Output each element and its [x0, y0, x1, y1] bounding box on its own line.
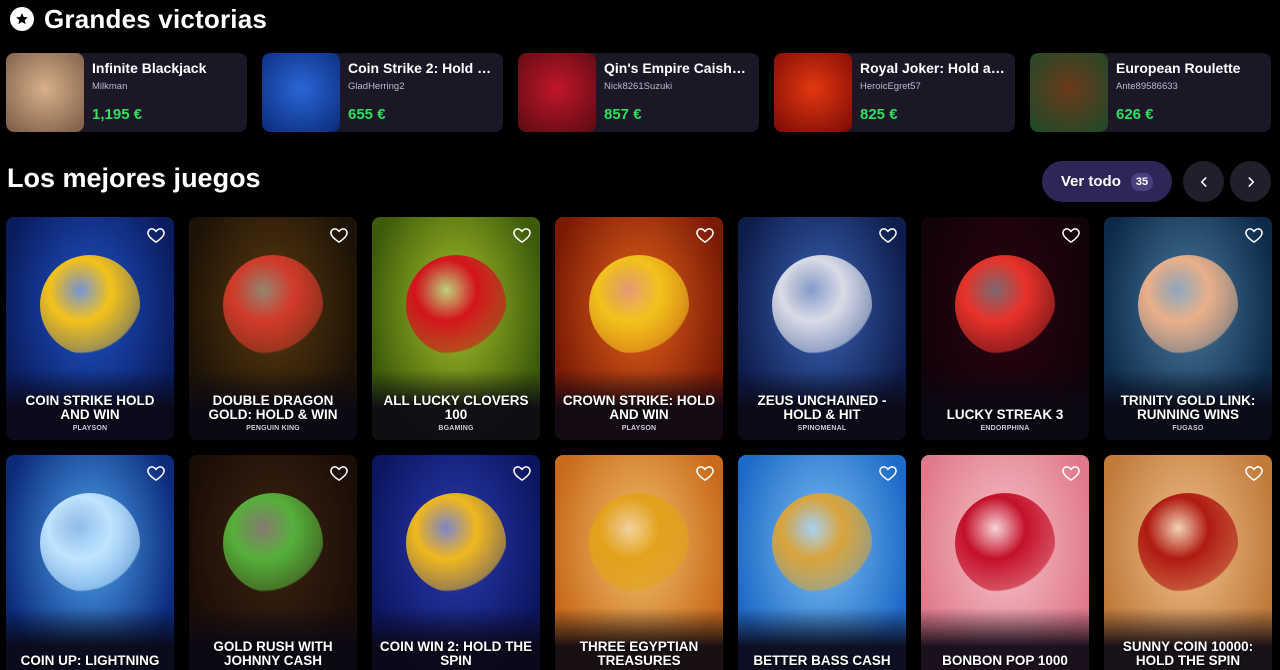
favorite-heart-icon[interactable]	[695, 463, 715, 483]
big-win-card[interactable]: European Roulette Ante89586633 626 €	[1030, 53, 1271, 132]
game-tile[interactable]: COIN WIN 2: HOLD THE SPIN GAMZIX	[372, 455, 540, 670]
game-thumbnail[interactable]	[262, 53, 340, 132]
favorite-heart-icon[interactable]	[146, 463, 166, 483]
view-all-label: Ver todo	[1060, 173, 1121, 190]
game-title: BETTER BASS CASH	[753, 653, 891, 668]
big-win-amount: 857 €	[604, 106, 642, 123]
games-count-badge: 35	[1130, 172, 1154, 191]
chevron-left-icon	[1200, 176, 1207, 187]
game-title: GOLD RUSH WITH JOHNNY CASH	[213, 639, 333, 668]
big-win-amount: 626 €	[1116, 106, 1154, 123]
big-win-username: Ante89586633	[1116, 81, 1178, 92]
chevron-right-icon	[1247, 176, 1254, 187]
game-provider: FUGASO	[1172, 425, 1204, 432]
star-icon	[10, 7, 34, 31]
big-win-card[interactable]: Coin Strike 2: Hold a... GladHerring2 65…	[262, 53, 503, 132]
game-tile[interactable]: SUNNY COIN 10000: HOLD THE SPIN GAMZIX	[1104, 455, 1272, 670]
game-tile[interactable]: CROWN STRIKE: HOLD AND WIN PLAYSON	[555, 217, 723, 440]
big-win-card[interactable]: Qin's Empire Caishe... Nick8261Suzuki 85…	[518, 53, 759, 132]
next-button[interactable]	[1230, 161, 1271, 202]
big-win-amount: 825 €	[860, 106, 898, 123]
game-title: CROWN STRIKE: HOLD AND WIN	[562, 393, 716, 422]
game-tile[interactable]: TRINITY GOLD LINK: RUNNING WINS FUGASO	[1104, 217, 1272, 440]
big-win-username: Nick8261Suzuki	[604, 81, 673, 92]
game-title: BONBON POP 1000	[942, 653, 1068, 668]
game-title: TRINITY GOLD LINK: RUNNING WINS	[1120, 393, 1256, 422]
game-tile[interactable]: LUCKY STREAK 3 ENDORPHINA	[921, 217, 1089, 440]
big-win-card[interactable]: Royal Joker: Hold an... HeroicEgret57 82…	[774, 53, 1015, 132]
game-provider: PLAYSON	[621, 425, 657, 432]
big-win-game-name: Royal Joker: Hold an...	[860, 60, 1007, 76]
game-thumbnail[interactable]	[6, 53, 84, 132]
big-win-username: HeroicEgret57	[860, 81, 921, 92]
game-tile[interactable]: BONBON POP 1000 PATEPLAY	[921, 455, 1089, 670]
game-provider: PENGUIN KING	[246, 425, 300, 432]
game-title: SUNNY COIN 10000: HOLD THE SPIN	[1122, 639, 1254, 668]
favorite-heart-icon[interactable]	[512, 463, 532, 483]
big-wins-list: Infinite Blackjack Milkman 1,195 € Coin …	[6, 53, 1271, 132]
big-win-card[interactable]: Infinite Blackjack Milkman 1,195 €	[6, 53, 247, 132]
game-tile[interactable]: BETTER BASS CASH JACKS	[738, 455, 906, 670]
game-provider: PLAYSON	[72, 425, 108, 432]
prev-button[interactable]	[1183, 161, 1224, 202]
games-grid: COIN STRIKE HOLD AND WIN PLAYSON DOUBLE …	[6, 217, 1272, 670]
game-provider: SPINOMENAL	[797, 425, 847, 432]
game-tile[interactable]: COIN STRIKE HOLD AND WIN PLAYSON	[6, 217, 174, 440]
game-tile[interactable]: THREE EGYPTIAN TREASURES VA GAMING	[555, 455, 723, 670]
favorite-heart-icon[interactable]	[878, 463, 898, 483]
favorite-heart-icon[interactable]	[1061, 463, 1081, 483]
big-win-game-name: Coin Strike 2: Hold a...	[348, 60, 495, 76]
favorite-heart-icon[interactable]	[1061, 225, 1081, 245]
game-provider: ENDORPHINA	[980, 425, 1030, 432]
favorite-heart-icon[interactable]	[146, 225, 166, 245]
big-win-game-name: European Roulette	[1116, 60, 1241, 76]
favorite-heart-icon[interactable]	[1244, 225, 1264, 245]
big-win-username: GladHerring2	[348, 81, 405, 92]
game-thumbnail[interactable]	[1030, 53, 1108, 132]
game-tile[interactable]: ALL LUCKY CLOVERS 100 BGAMING	[372, 217, 540, 440]
game-provider: BGAMING	[438, 425, 474, 432]
game-tile[interactable]: DOUBLE DRAGON GOLD: HOLD & WIN PENGUIN K…	[189, 217, 357, 440]
game-tile[interactable]: COIN UP: LIGHTNING BOOONGO	[6, 455, 174, 670]
big-win-amount: 655 €	[348, 106, 386, 123]
big-win-game-name: Qin's Empire Caishe...	[604, 60, 751, 76]
game-title: THREE EGYPTIAN TREASURES	[579, 639, 699, 668]
game-title: LUCKY STREAK 3	[946, 407, 1064, 422]
game-title: COIN UP: LIGHTNING	[20, 653, 160, 668]
big-win-game-name: Infinite Blackjack	[92, 60, 207, 76]
game-title: ZEUS UNCHAINED - HOLD & HIT	[757, 393, 887, 422]
big-wins-title: Grandes victorias	[44, 3, 268, 34]
view-all-button[interactable]: Ver todo 35	[1042, 161, 1172, 202]
favorite-heart-icon[interactable]	[512, 225, 532, 245]
favorite-heart-icon[interactable]	[329, 463, 349, 483]
game-title: COIN WIN 2: HOLD THE SPIN	[379, 639, 533, 668]
favorite-heart-icon[interactable]	[1244, 463, 1264, 483]
game-tile[interactable]: ZEUS UNCHAINED - HOLD & HIT SPINOMENAL	[738, 217, 906, 440]
game-tile[interactable]: GOLD RUSH WITH JOHNNY CASH BGAMING	[189, 455, 357, 670]
favorite-heart-icon[interactable]	[329, 225, 349, 245]
game-title: DOUBLE DRAGON GOLD: HOLD & WIN	[208, 393, 338, 422]
favorite-heart-icon[interactable]	[695, 225, 715, 245]
big-wins-header: Grandes victorias	[10, 4, 267, 34]
big-win-username: Milkman	[92, 81, 128, 92]
game-thumbnail[interactable]	[518, 53, 596, 132]
favorite-heart-icon[interactable]	[878, 225, 898, 245]
game-title: COIN STRIKE HOLD AND WIN	[25, 393, 155, 422]
game-title: ALL LUCKY CLOVERS 100	[383, 393, 529, 422]
best-games-title: Los mejores juegos	[7, 163, 261, 193]
game-thumbnail[interactable]	[774, 53, 852, 132]
big-win-amount: 1,195 €	[92, 106, 143, 123]
